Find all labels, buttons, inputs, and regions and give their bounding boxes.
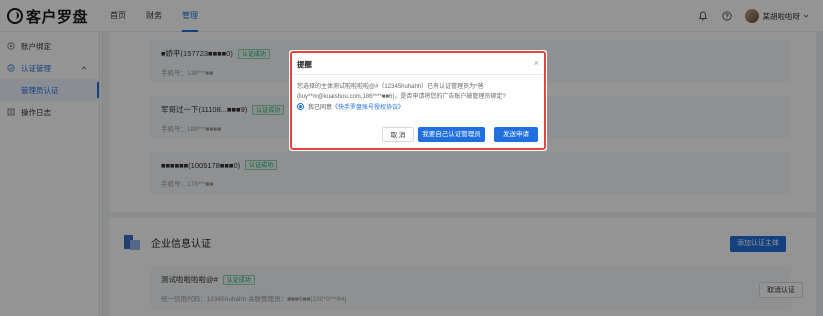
highlight-box bbox=[290, 51, 546, 150]
modal-mask[interactable] bbox=[0, 0, 823, 316]
